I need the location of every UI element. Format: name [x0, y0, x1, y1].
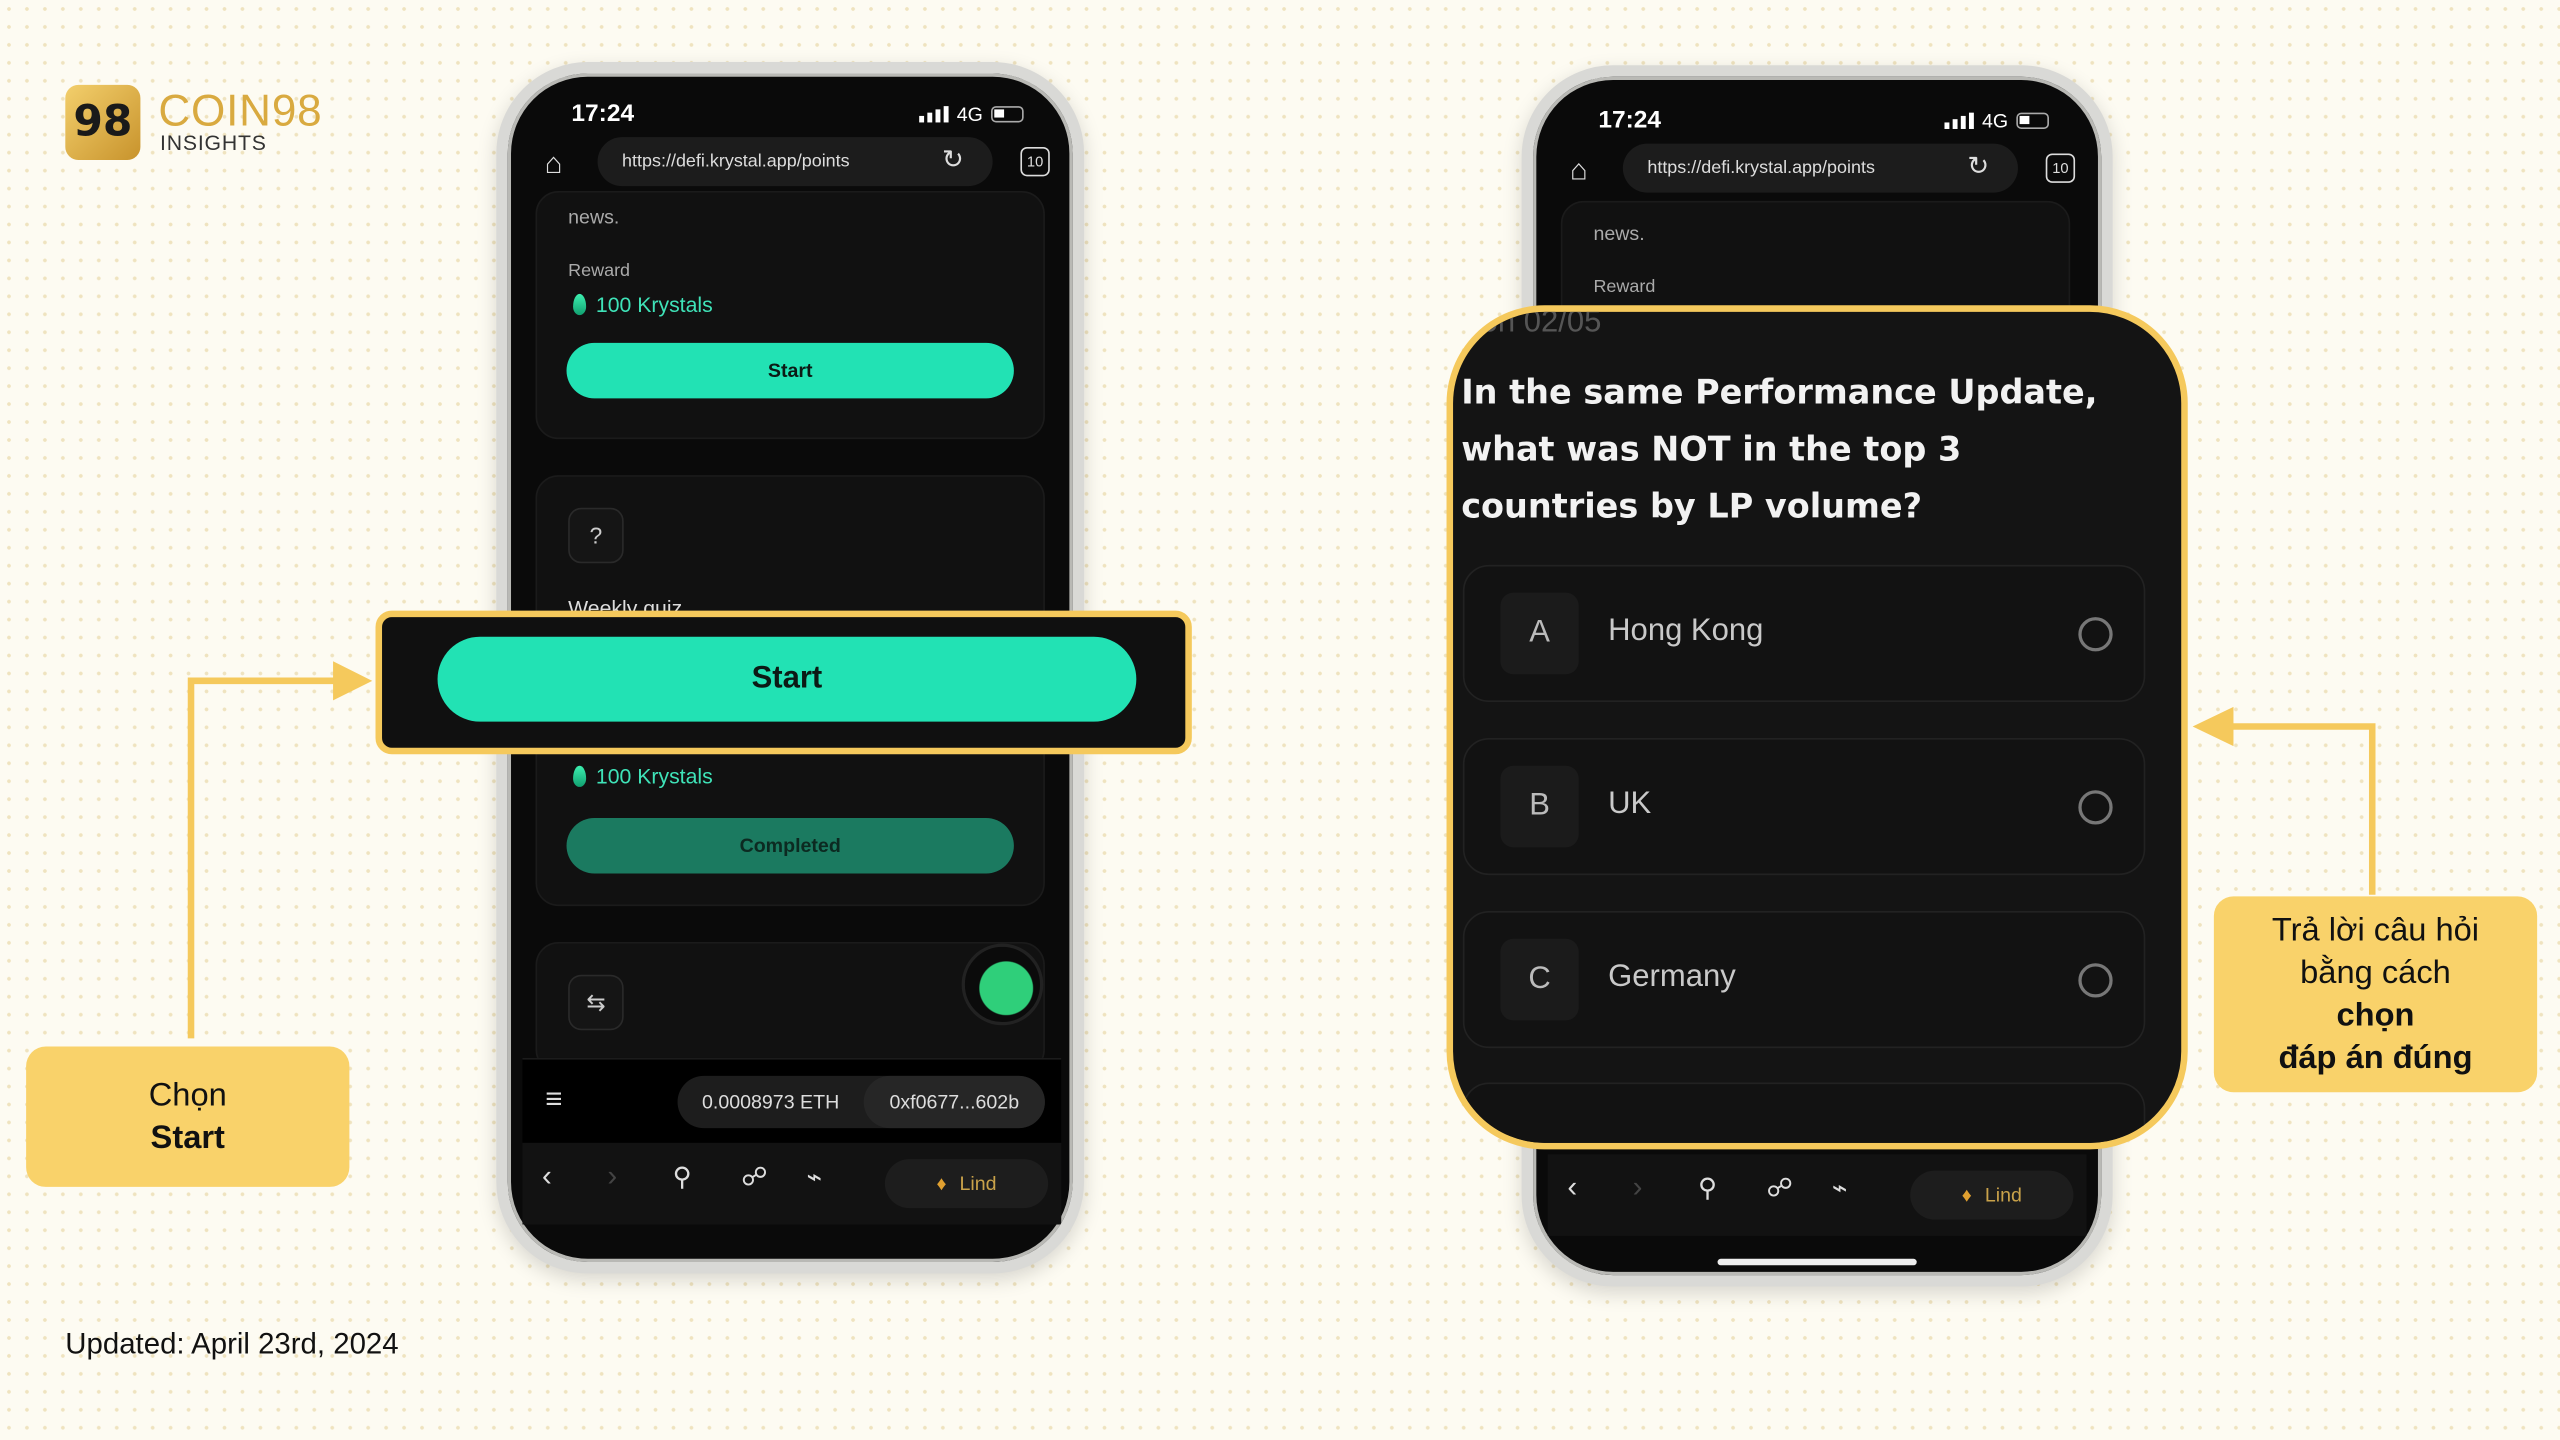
eth-icon: ♦ [1961, 1183, 1972, 1207]
task-desc: news. [1593, 222, 1645, 245]
infographic: 98 COIN98 INSIGHTS Updated: April 23rd, … [0, 0, 2560, 1440]
network-pill[interactable]: ♦ Lind [1910, 1170, 2074, 1220]
signal-icon [1944, 112, 1974, 129]
search-icon[interactable]: ⚲ [1698, 1172, 1717, 1205]
tabs-icon[interactable]: 10 [2045, 153, 2076, 183]
back-icon[interactable]: ‹ [1567, 1171, 1577, 1205]
connect-icon[interactable]: ☍ [1767, 1172, 1793, 1205]
callout-right: Trả lời câu hỏi bằng cách chọn đáp án đúng [2213, 896, 2538, 1093]
arrowhead-left [333, 661, 373, 701]
question-text: In the same Performance Update, what was… [1461, 372, 2098, 526]
arrow-left [187, 677, 356, 1039]
radio-button[interactable] [2078, 963, 2113, 998]
option-label: UK [1608, 786, 1652, 822]
quiz-option-c[interactable]: C Germany [1462, 911, 2146, 1049]
url-text: https://defi.krystal.app/points [1647, 158, 1875, 178]
option-label: Hong Kong [1608, 613, 1764, 649]
network-label: 4G [1982, 109, 2009, 133]
reload-icon[interactable]: ↻ [1967, 150, 1989, 183]
quiz-option-a[interactable]: A Hong Kong [1462, 564, 2146, 703]
option-letter: A [1500, 592, 1579, 675]
status-time: 17:24 [1598, 106, 1662, 134]
battery-icon [2016, 112, 2050, 129]
radio-button[interactable] [2078, 790, 2113, 825]
option-label: Germany [1608, 959, 1736, 995]
arrow-right [2213, 723, 2376, 895]
quiz-option-b[interactable]: B UK [1462, 737, 2146, 876]
quiz-option-partial[interactable] [1462, 1082, 2146, 1143]
home-icon[interactable]: ⌂ [1562, 152, 1595, 188]
clean-icon[interactable]: ⌁ [1832, 1172, 1848, 1205]
home-indicator [1717, 1258, 1917, 1266]
quiz-highlight: Question 02/05 In the same Performance U… [1446, 305, 2188, 1150]
radio-button[interactable] [2078, 617, 2113, 652]
forward-icon[interactable]: › [1633, 1171, 1643, 1205]
option-letter: C [1500, 938, 1579, 1021]
callout-left: Chọn Start [26, 1046, 350, 1187]
arrowhead-right [2192, 706, 2234, 747]
option-letter: B [1500, 765, 1579, 848]
status-bar: 4G [1944, 109, 2050, 133]
url-bar[interactable]: https://defi.krystal.app/points [1622, 143, 2018, 193]
reward-label: Reward [1593, 277, 1656, 298]
browser-nav: ‹ › ⚲ ☍ ⌁ ♦ Lind [1547, 1154, 2087, 1236]
